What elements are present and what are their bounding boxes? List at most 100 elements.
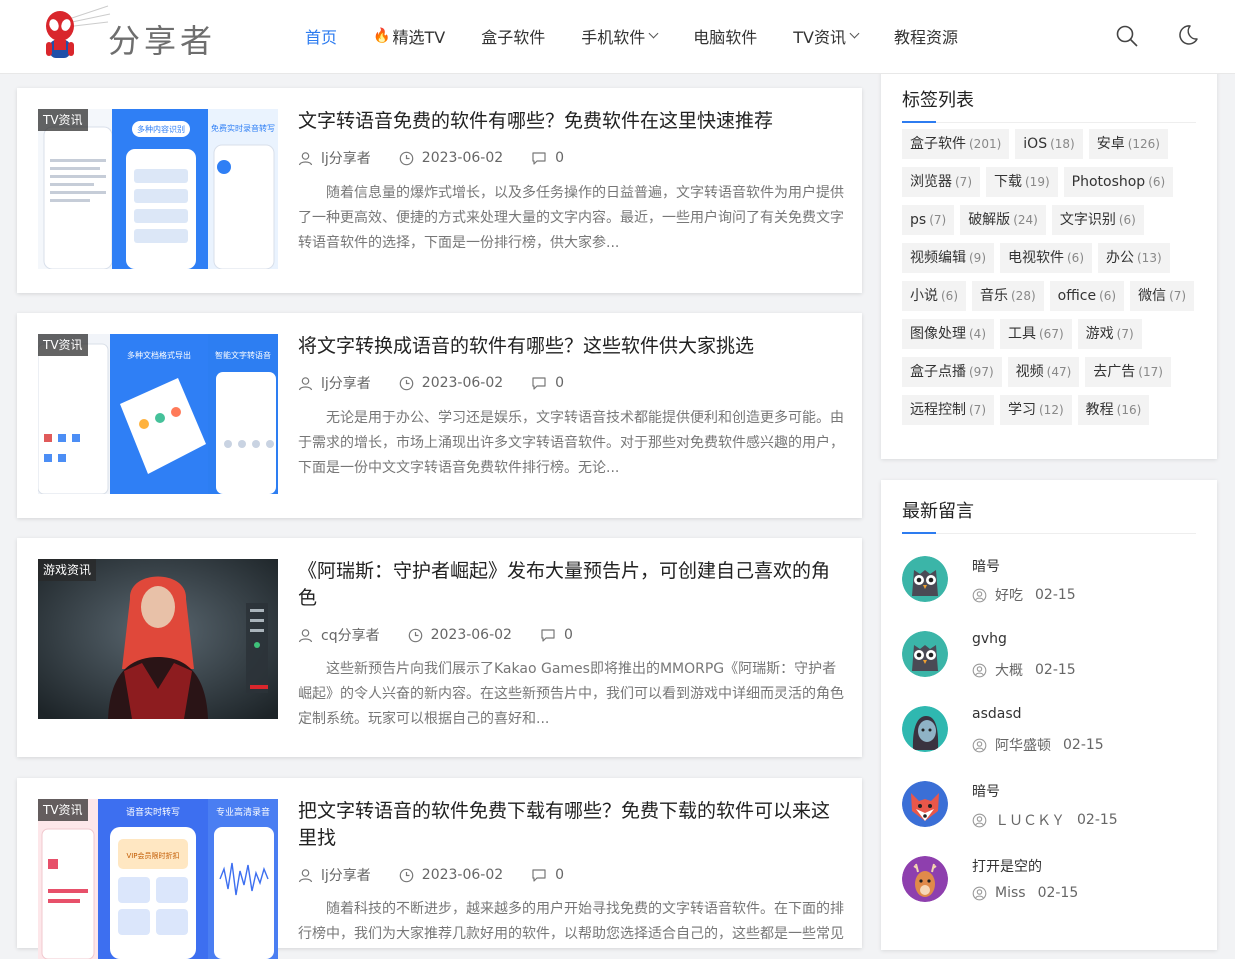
comment-date: 02-15	[1035, 662, 1076, 678]
comment-text[interactable]: gvhg	[972, 631, 1007, 647]
post-comments[interactable]: 0	[531, 375, 564, 391]
tag-item[interactable]: 办公 (13)	[1098, 243, 1170, 273]
tag-count: (7)	[955, 175, 972, 189]
tag-item[interactable]: 图像处理 (4)	[902, 319, 994, 349]
nav-home[interactable]: 首页	[305, 24, 337, 48]
tag-item[interactable]: iOS (18)	[1015, 129, 1083, 159]
comment-item[interactable]: asdasd 阿华盛顿 02-15	[902, 706, 1202, 766]
owl-avatar-icon[interactable]	[902, 631, 948, 677]
post-thumbnail[interactable]: 游戏资讯	[38, 559, 278, 719]
tag-item[interactable]: Photoshop (6)	[1063, 167, 1174, 197]
owl-avatar-icon[interactable]	[902, 556, 948, 602]
tag-item[interactable]: 远程控制 (7)	[902, 395, 994, 425]
tag-item[interactable]: 文字识别 (6)	[1051, 205, 1144, 235]
post-comments[interactable]: 0	[531, 867, 564, 883]
post-excerpt: 这些新预告片向我们展示了Kakao Games即将推出的MMORPG《阿瑞斯：守…	[298, 661, 844, 727]
fox-avatar-icon[interactable]	[902, 781, 948, 827]
tag-item[interactable]: 学习 (12)	[1000, 395, 1072, 425]
site-logo[interactable]: 分享者	[42, 4, 232, 66]
tag-item[interactable]: 游戏 (7)	[1077, 319, 1142, 349]
post-card[interactable]: 语音实时转写 VIP会员限时折扣 专业高清录音 TV资讯 把文字转语音的软件免费…	[17, 778, 862, 959]
post-author[interactable]: lj分享者	[298, 148, 371, 168]
post-author[interactable]: lj分享者	[298, 865, 371, 885]
thumb-caption: 智能文字转语音	[215, 350, 271, 360]
post-author[interactable]: lj分享者	[298, 373, 371, 393]
post-comments[interactable]: 0	[531, 150, 564, 166]
category-badge[interactable]: 游戏资讯	[38, 559, 97, 581]
nav-tv-news[interactable]: TV资讯	[793, 24, 860, 48]
nav-mobile-software[interactable]: 手机软件	[581, 24, 659, 48]
comment-text[interactable]: 打开是空的	[972, 856, 1042, 876]
tag-item[interactable]: 音乐 (28)	[972, 281, 1044, 311]
comment-text[interactable]: asdasd	[972, 706, 1022, 722]
comment-count: 0	[555, 867, 565, 883]
tag-name: 下载	[994, 174, 1022, 190]
post-thumbnail[interactable]: 语音实时转写 VIP会员限时折扣 专业高清录音 TV资讯	[38, 799, 278, 959]
face-avatar-icon[interactable]	[902, 706, 948, 752]
post-title[interactable]: 把文字转语音的软件免费下载有哪些？免费下载的软件可以来这里找	[298, 798, 844, 852]
comment-meta: 大概 02-15	[972, 660, 1076, 680]
tag-item[interactable]: 浏览器 (7)	[902, 167, 980, 197]
comment-item[interactable]: gvhg 大概 02-15	[902, 631, 1202, 691]
post-excerpt: 随着科技的不断进步，越来越多的用户开始寻找免费的文字转语音软件。在下面的排行榜中…	[298, 901, 844, 942]
tag-item[interactable]: 盒子软件 (201)	[902, 129, 1010, 159]
tag-item[interactable]: 破解版 (24)	[960, 205, 1046, 235]
post-thumbnail[interactable]: 多种内容识别 免费实时录音转写 TV资讯	[38, 109, 278, 269]
comment-count: 0	[555, 150, 565, 166]
comment-item[interactable]: 暗号 ＬＵＣＫＹ 02-15	[902, 781, 1202, 841]
tag-item[interactable]: office (6)	[1049, 281, 1125, 311]
author-name: cq分享者	[321, 628, 380, 644]
nav-pc-software[interactable]: 电脑软件	[693, 24, 757, 48]
tag-item[interactable]: 微信 (7)	[1130, 281, 1195, 311]
comment-item[interactable]: 打开是空的 Miss 02-15	[902, 856, 1202, 916]
tag-item[interactable]: 视频编辑 (9)	[902, 243, 994, 273]
comment-text[interactable]: 暗号	[972, 556, 1000, 576]
comment-text[interactable]: 暗号	[972, 781, 1000, 801]
moon-icon[interactable]	[1177, 24, 1199, 46]
comment-icon	[532, 868, 546, 882]
tag-count: (6)	[1099, 289, 1117, 303]
post-title[interactable]: 将文字转换成语音的软件有哪些？这些软件供大家挑选	[298, 333, 844, 360]
post-title[interactable]: 文字转语音免费的软件有哪些？免费软件在这里快速推荐	[298, 108, 844, 135]
tag-item[interactable]: 下载 (19)	[986, 167, 1058, 197]
post-thumbnail[interactable]: 多种文档格式导出 智能文字转语音 TV资讯	[38, 334, 278, 494]
post-comments[interactable]: 0	[540, 627, 573, 643]
nav-label: 手机软件	[581, 28, 646, 47]
tag-item[interactable]: 工具 (67)	[1000, 319, 1072, 349]
comment-meta: ＬＵＣＫＹ 02-15	[972, 810, 1118, 830]
nav-featured-tv[interactable]: 🔥 精选TV	[373, 24, 445, 48]
post-date: 2023-06-02	[399, 150, 503, 166]
logo-text: 分享者	[108, 22, 217, 60]
category-badge[interactable]: TV资讯	[38, 109, 88, 131]
post-card[interactable]: 多种内容识别 免费实时录音转写 TV资讯 文字转语音免费的软件有哪些？免费软件在…	[17, 88, 862, 293]
post-card[interactable]: 游戏资讯 《阿瑞斯：守护者崛起》发布大量预告片，可创建自己喜欢的角色 cq分享者…	[17, 538, 862, 757]
category-badge[interactable]: TV资讯	[38, 334, 88, 356]
tag-count: (67)	[1039, 327, 1064, 341]
category-badge[interactable]: TV资讯	[38, 799, 88, 821]
tag-item[interactable]: 盒子点播 (97)	[902, 357, 1002, 387]
tag-item[interactable]: 小说 (6)	[902, 281, 966, 311]
user-icon	[972, 588, 987, 602]
tag-item[interactable]: 安卓 (126)	[1088, 129, 1168, 159]
tag-item[interactable]: 电视软件 (6)	[1000, 243, 1092, 273]
nav-tutorials[interactable]: 教程资源	[894, 24, 958, 48]
tag-cloud: 盒子软件 (201) iOS (18) 安卓 (126) 浏览器 (7) 下载 (19) Photo…	[902, 129, 1202, 433]
tag-item[interactable]: 教程 (16)	[1077, 395, 1150, 425]
post-title[interactable]: 《阿瑞斯：守护者崛起》发布大量预告片，可创建自己喜欢的角色	[298, 558, 844, 612]
post-author[interactable]: cq分享者	[298, 625, 380, 645]
tag-item[interactable]: 去广告 (17)	[1085, 357, 1171, 387]
post-card[interactable]: 多种文档格式导出 智能文字转语音 TV资讯 将文字转换成语音的软件有哪些？这些软…	[17, 313, 862, 518]
divider	[902, 122, 1196, 123]
tag-item[interactable]: 视频 (47)	[1007, 357, 1080, 387]
deer-avatar-icon[interactable]	[902, 856, 948, 902]
comment-item[interactable]: 暗号 好吃 02-15	[902, 556, 1202, 616]
author-name: lj分享者	[321, 376, 371, 392]
tag-name: ps	[910, 212, 927, 228]
nav-box-software[interactable]: 盒子软件	[481, 24, 545, 48]
tag-name: 教程	[1085, 402, 1114, 418]
search-icon[interactable]	[1116, 25, 1138, 47]
tag-item[interactable]: ps (7)	[902, 205, 955, 235]
nav-label: TV资讯	[793, 28, 846, 47]
tag-name: 浏览器	[910, 174, 952, 190]
clock-icon	[399, 868, 414, 882]
